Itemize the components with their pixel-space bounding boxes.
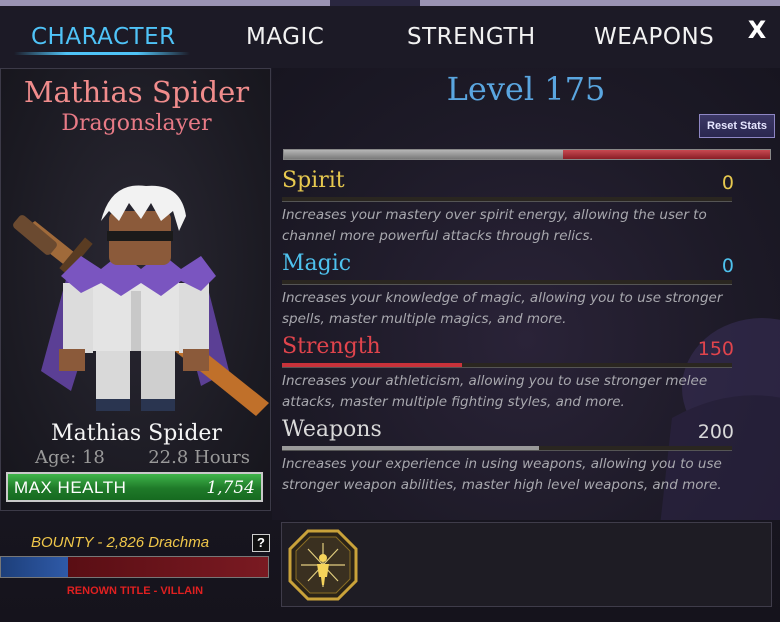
stat-spirit-value: 0 <box>721 172 734 194</box>
stat-spirit-bar <box>282 197 732 202</box>
max-health-label: MAX HEALTH <box>14 478 127 497</box>
stat-spirit-description: Increases your mastery over spirit energ… <box>282 207 707 244</box>
stat-magic-description: Increases your knowledge of magic, allow… <box>282 290 723 327</box>
bounty-text: BOUNTY - 2,826 Drachma <box>30 534 210 551</box>
character-avatar <box>13 185 269 416</box>
renown-bar-fill <box>1 557 68 577</box>
octagon-person-icon[interactable] <box>286 527 360 603</box>
active-tab-underline <box>14 52 190 55</box>
close-button[interactable]: X <box>746 18 768 42</box>
stat-strength-description: Increases your athleticism, allowing you… <box>282 373 708 410</box>
stat-weapons: Weapons 200 Increases your experience in… <box>282 417 734 497</box>
character-playtime: 22.8 Hours <box>148 447 250 468</box>
skill-slot-panel <box>281 522 772 607</box>
max-health-value: 1,754 <box>206 478 255 498</box>
character-age: Age: 18 <box>35 447 105 468</box>
stat-strength-bar <box>282 363 732 368</box>
tab-character[interactable]: CHARACTER <box>31 24 176 50</box>
reset-stats-button[interactable]: Reset Stats <box>699 114 775 138</box>
experience-bar-fill <box>284 150 564 159</box>
stat-spirit-name[interactable]: Spirit <box>282 168 345 193</box>
bounty-help-button[interactable]: ? <box>252 534 270 552</box>
tab-strength[interactable]: STRENGTH <box>407 24 536 50</box>
stat-magic-bar <box>282 280 732 285</box>
stat-strength-bar-fill <box>282 363 462 367</box>
stat-strength-name[interactable]: Strength <box>282 334 381 359</box>
tab-weapons[interactable]: WEAPONS <box>594 24 714 50</box>
stat-weapons-bar-fill <box>282 446 539 450</box>
stat-weapons-name[interactable]: Weapons <box>282 417 382 442</box>
stat-magic-name[interactable]: Magic <box>282 251 351 276</box>
character-display-name: Mathias Spider <box>51 421 222 446</box>
experience-bar-remainder <box>563 150 770 159</box>
level-title: Level 175 <box>446 70 606 108</box>
character-panel: Mathias Spider Dragonslayer Mathias Spid… <box>0 68 271 511</box>
character-name: Mathias Spider <box>23 75 250 109</box>
renown-bar-remainder <box>67 557 268 577</box>
max-health-bar: MAX HEALTH 1,754 <box>6 472 263 502</box>
window-notch <box>330 0 420 6</box>
character-title: Dragonslayer <box>61 111 212 136</box>
tab-magic[interactable]: MAGIC <box>246 24 324 50</box>
stat-spirit: Spirit 0 Increases your mastery over spi… <box>282 168 734 248</box>
stat-weapons-description: Increases your experience in using weapo… <box>282 456 722 493</box>
stat-magic-value: 0 <box>721 255 734 277</box>
experience-bar <box>283 149 771 160</box>
stat-magic: Magic 0 Increases your knowledge of magi… <box>282 251 734 331</box>
stat-strength: Strength 150 Increases your athleticism,… <box>282 334 734 414</box>
renown-title: RENOWN TITLE - VILLAIN <box>66 585 204 597</box>
stat-weapons-value: 200 <box>697 421 734 443</box>
stat-strength-value: 150 <box>697 338 734 360</box>
renown-bar <box>0 556 269 578</box>
tab-bar: CHARACTER MAGIC STRENGTH WEAPONS <box>0 18 780 60</box>
stat-weapons-bar <box>282 446 732 451</box>
